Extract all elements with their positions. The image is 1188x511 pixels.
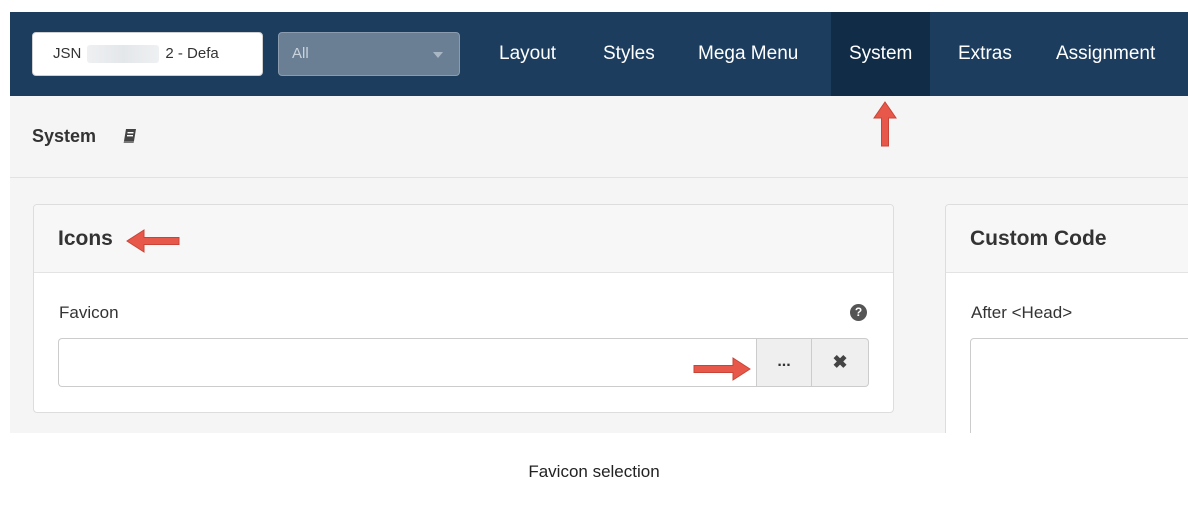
after-head-textarea[interactable] <box>970 338 1188 433</box>
page-title: System <box>32 126 97 146</box>
custom-code-panel: Custom Code After <Head> <box>945 204 1188 433</box>
top-navbar: JSN 2 - Defa All Layout Styles Mega Menu … <box>10 12 1188 96</box>
question-circle-icon[interactable]: ? <box>850 304 867 321</box>
favicon-label: Favicon <box>59 303 119 322</box>
after-head-label: After <Head> <box>971 303 1073 322</box>
template-select-suffix: 2 - Defa <box>165 45 219 62</box>
blurred-name <box>87 45 160 64</box>
nav-extras[interactable]: Extras <box>940 12 1030 96</box>
icons-panel-title: Icons <box>58 227 113 250</box>
caret-down-icon <box>433 52 443 58</box>
custom-code-panel-heading: Custom Code <box>946 205 1188 273</box>
close-icon[interactable]: ✖ <box>812 338 869 387</box>
page-header: System <box>10 96 1188 178</box>
browse-button[interactable]: ... <box>756 338 812 387</box>
filter-select[interactable]: All <box>278 32 460 76</box>
filter-select-value: All <box>292 45 309 62</box>
up-arrow-annotation-icon <box>873 101 897 147</box>
favicon-input[interactable] <box>58 338 756 387</box>
book-icon <box>123 129 136 143</box>
nav-assignment[interactable]: Assignment <box>1038 12 1173 96</box>
nav-layout[interactable]: Layout <box>481 12 574 96</box>
custom-code-panel-title: Custom Code <box>970 227 1107 250</box>
template-select-prefix: JSN <box>53 45 82 62</box>
screenshot-frame: JSN 2 - Defa All Layout Styles Mega Menu … <box>0 0 1188 503</box>
nav-system[interactable]: System <box>831 12 931 96</box>
nav-styles[interactable]: Styles <box>585 12 673 96</box>
left-arrow-annotation-icon <box>126 229 180 253</box>
template-manager: JSN 2 - Defa All Layout Styles Mega Menu … <box>10 12 1188 433</box>
right-arrow-annotation-icon <box>693 357 751 381</box>
nav-mega-menu[interactable]: Mega Menu <box>680 12 816 96</box>
template-select[interactable]: JSN 2 - Defa <box>32 32 263 76</box>
figure-caption: Favicon selection <box>0 433 1188 503</box>
